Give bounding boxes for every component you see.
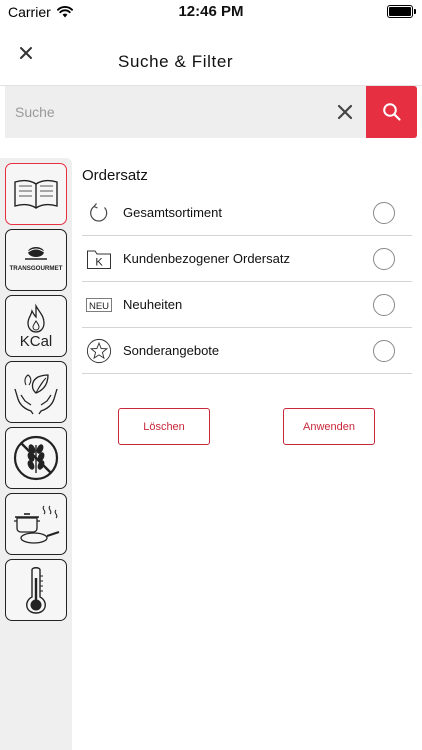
status-bar: Carrier 12:46 PM <box>0 0 422 24</box>
section-title: Ordersatz <box>82 167 148 184</box>
svg-text:TRANSGOURMET: TRANSGOURMET <box>10 265 63 272</box>
sidebar-item-transgourmet[interactable]: TRANSGOURMET <box>5 229 67 291</box>
clear-icon <box>337 104 353 120</box>
close-icon <box>20 47 32 59</box>
sidebar-item-calories[interactable]: KCal <box>5 295 67 357</box>
battery-icon <box>387 5 416 18</box>
no-grain-icon <box>13 435 59 481</box>
kcal-flame-icon: KCal <box>20 303 53 350</box>
sidebar-item-preparation[interactable] <box>5 493 67 555</box>
sidebar-item-allergens[interactable] <box>5 427 67 489</box>
thermometer-icon <box>26 567 46 614</box>
svg-text:NEU: NEU <box>89 301 109 312</box>
option-neuheiten[interactable]: NEU Neuheiten <box>82 282 412 328</box>
refresh-icon <box>86 200 112 226</box>
sidebar-item-sustainability[interactable] <box>5 361 67 423</box>
sidebar-item-catalog[interactable] <box>5 163 67 225</box>
header: Suche & Filter <box>0 24 422 86</box>
folder-k-icon: K <box>86 246 112 272</box>
option-label: Sonderangebote <box>123 343 220 358</box>
option-kundenbezogener-ordersatz[interactable]: K Kundenbezogener Ordersatz <box>82 236 412 282</box>
radio-button[interactable] <box>373 248 395 270</box>
star-circle-icon <box>86 338 112 364</box>
clear-search-button[interactable] <box>336 103 354 121</box>
search-icon <box>382 103 401 121</box>
radio-button[interactable] <box>373 294 395 316</box>
transgourmet-logo: TRANSGOURMET <box>10 247 63 272</box>
search-input[interactable] <box>5 86 325 138</box>
option-label: Kundenbezogener Ordersatz <box>123 251 290 266</box>
apply-filters-button[interactable]: Anwenden <box>283 408 375 445</box>
clear-filters-button[interactable]: Löschen <box>118 408 210 445</box>
search-button[interactable] <box>366 86 417 138</box>
hands-leaf-icon <box>14 374 58 415</box>
radio-button[interactable] <box>373 202 395 224</box>
open-book-icon <box>14 179 58 209</box>
option-sonderangebote[interactable]: Sonderangebote <box>82 328 412 374</box>
svg-text:K: K <box>95 257 103 269</box>
option-label: Neuheiten <box>123 297 183 312</box>
search-bar <box>5 86 417 138</box>
filter-category-sidebar: TRANSGOURMET KCal <box>0 158 72 750</box>
radio-button[interactable] <box>373 340 395 362</box>
page-title: Suche & Filter <box>118 52 234 71</box>
sidebar-item-temperature[interactable] <box>5 559 67 621</box>
close-button[interactable] <box>15 42 37 64</box>
new-badge-icon: NEU <box>86 292 112 318</box>
cooking-pots-icon <box>14 505 60 544</box>
svg-text:KCal: KCal <box>20 333 53 350</box>
status-time: 12:46 PM <box>178 3 244 20</box>
option-label: Gesamtsortiment <box>123 205 222 220</box>
option-gesamtsortiment[interactable]: Gesamtsortiment <box>82 190 412 236</box>
